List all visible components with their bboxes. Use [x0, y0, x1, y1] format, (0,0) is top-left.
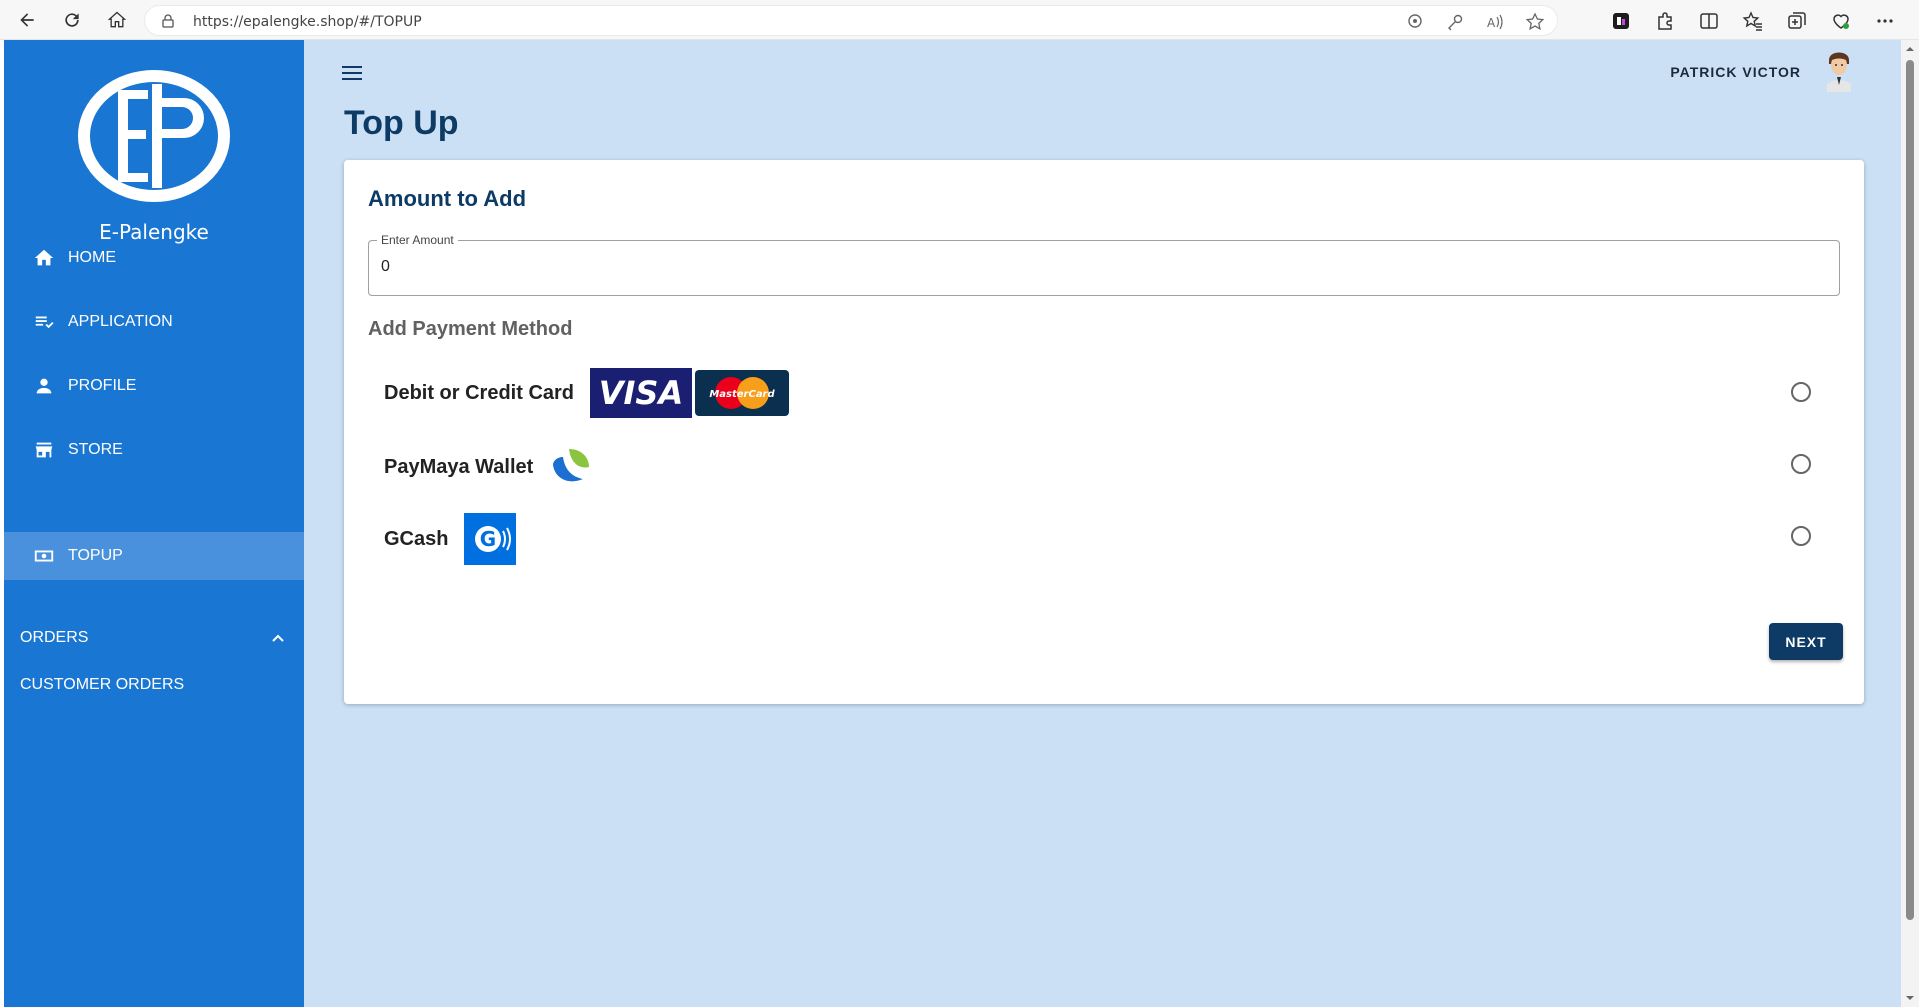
payment-option-card[interactable]: Debit or Credit Card VISA MasterCard: [384, 367, 790, 419]
card-title: Amount to Add: [368, 186, 527, 211]
browser-toolbar: https://epalengke.shop/#/TOPUP A: [0, 0, 1919, 40]
mastercard-logo: MasterCard: [695, 370, 790, 416]
main-content: PATRICK VICTOR Top Up Amount to Add Ente…: [304, 40, 1901, 1007]
payment-option-label: Debit or Credit Card: [384, 381, 575, 404]
home-button[interactable]: [100, 5, 134, 35]
payment-option-label: GCash: [384, 527, 449, 550]
sidebar-item-store[interactable]: STORE: [4, 426, 304, 474]
user-name[interactable]: PATRICK VICTOR: [1670, 64, 1801, 80]
page-title: Top Up: [344, 104, 459, 142]
scroll-up-icon[interactable]: [1905, 44, 1915, 54]
favorite-star-icon[interactable]: [1525, 12, 1545, 32]
scroll-down-icon[interactable]: [1905, 993, 1915, 1003]
visa-logo-text: VISA: [599, 374, 683, 412]
orders-section-label: ORDERS: [20, 629, 89, 646]
sidebar-item-label: PROFILE: [68, 377, 137, 394]
scroll-thumb[interactable]: [1906, 60, 1914, 920]
browser-essentials-icon[interactable]: [1830, 10, 1852, 32]
favorites-icon[interactable]: [1742, 10, 1764, 32]
url-text[interactable]: https://epalengke.shop/#/TOPUP: [193, 14, 422, 30]
refresh-button[interactable]: [55, 5, 89, 35]
topup-card: Amount to Add Enter Amount Add Payment M…: [344, 160, 1864, 704]
gcash-logo: G: [464, 513, 517, 565]
person-icon: [32, 374, 56, 398]
store-icon: [32, 438, 56, 462]
sidebar-item-label: TOPUP: [68, 547, 123, 564]
amount-label: Enter Amount: [377, 233, 458, 247]
paymaya-radio[interactable]: [1791, 454, 1811, 474]
cash-icon: [32, 544, 56, 568]
sidebar: E-Palengke HOME APPLICATION PROFILE STOR…: [4, 40, 304, 1007]
sidebar-item-profile[interactable]: PROFILE: [4, 362, 304, 410]
back-button[interactable]: [10, 5, 44, 35]
visa-logo: VISA: [590, 368, 693, 418]
svg-text:G: G: [480, 527, 496, 551]
sidebar-item-home[interactable]: HOME: [4, 234, 304, 282]
payment-method-title: Add Payment Method: [368, 318, 573, 340]
more-options-icon[interactable]: [1874, 10, 1896, 32]
mastercard-logo-text: MasterCard: [709, 389, 775, 400]
amount-input[interactable]: [381, 258, 1821, 276]
lock-icon: [162, 14, 174, 28]
page-scrollbar[interactable]: [1901, 40, 1919, 1007]
back-arrow-icon: [20, 13, 34, 27]
gcash-radio[interactable]: [1791, 526, 1811, 546]
next-button[interactable]: NEXT: [1769, 623, 1843, 660]
paymaya-logo: [553, 449, 590, 482]
playlist-check-icon: [32, 310, 56, 334]
extension-app-icon[interactable]: [1610, 10, 1632, 32]
payment-option-paymaya[interactable]: PayMaya Wallet: [384, 441, 593, 493]
orders-section-toggle[interactable]: ORDERS: [4, 618, 304, 658]
address-bar[interactable]: https://epalengke.shop/#/TOPUP A: [144, 5, 1558, 36]
payment-option-gcash[interactable]: GCash G: [384, 513, 517, 565]
sidebar-item-label: CUSTOMER ORDERS: [20, 676, 185, 693]
sidebar-item-application[interactable]: APPLICATION: [4, 298, 304, 346]
payment-option-label: PayMaya Wallet: [384, 455, 534, 478]
card-radio[interactable]: [1791, 382, 1811, 402]
amount-field[interactable]: Enter Amount: [368, 233, 1840, 296]
location-icon[interactable]: [1405, 12, 1425, 32]
sidebar-item-label: APPLICATION: [68, 313, 173, 330]
svg-text:A: A: [1487, 16, 1496, 30]
extensions-puzzle-icon[interactable]: [1654, 10, 1676, 32]
key-icon[interactable]: [1445, 12, 1465, 32]
menu-toggle-button[interactable]: [342, 64, 364, 82]
browser-home-icon: [107, 11, 127, 28]
split-screen-icon[interactable]: [1698, 10, 1720, 32]
read-aloud-icon[interactable]: A: [1485, 12, 1505, 32]
sidebar-item-label: HOME: [68, 249, 116, 266]
sidebar-item-label: STORE: [68, 441, 123, 458]
chevron-up-icon: [272, 634, 284, 642]
refresh-icon: [65, 13, 79, 27]
collections-icon[interactable]: [1786, 10, 1808, 32]
e-palengke-logo: [78, 70, 230, 202]
home-icon: [32, 246, 56, 270]
sidebar-item-topup[interactable]: TOPUP: [4, 532, 304, 580]
sidebar-item-customer-orders[interactable]: CUSTOMER ORDERS: [4, 665, 304, 705]
avatar[interactable]: [1825, 46, 1853, 92]
